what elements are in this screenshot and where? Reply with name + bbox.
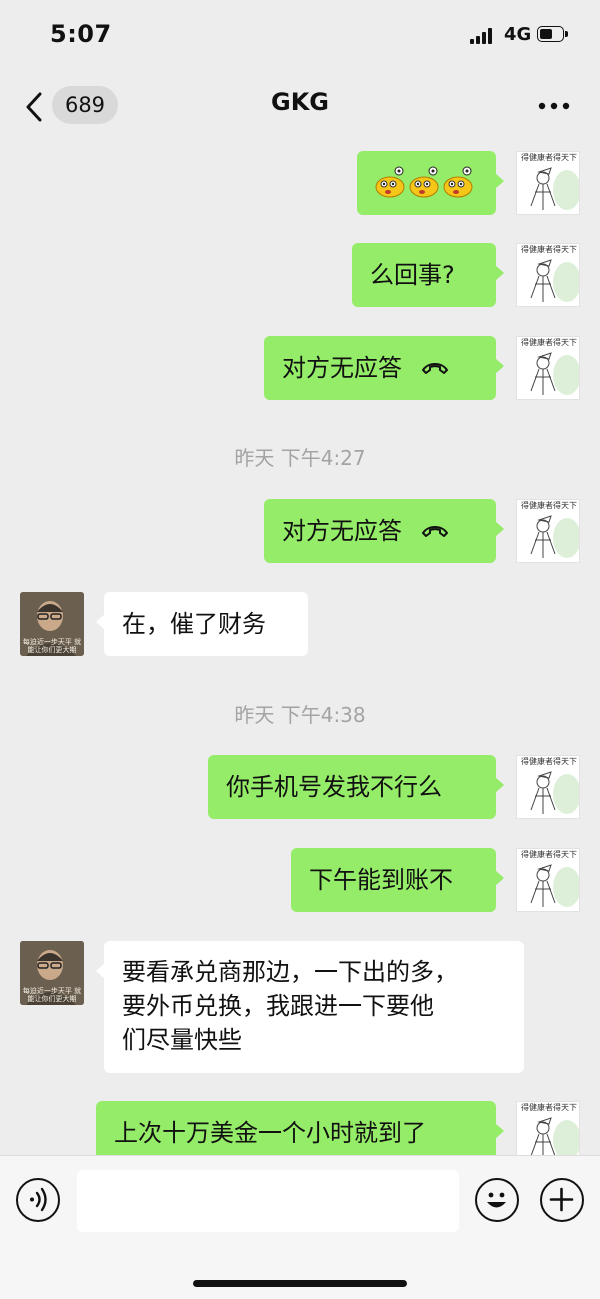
message-bubble-incoming[interactable]: 在，催了财务: [96, 592, 308, 656]
message-bubble-incoming[interactable]: 要看承兑商那边，一下出的多， 要外币兑换，我跟进一下要他 们尽量快些: [96, 941, 524, 1073]
message-timestamp: 昨天 下午4:38: [234, 703, 366, 727]
my-avatar[interactable]: 得健康者得天下: [516, 336, 580, 400]
message-bubble-outgoing[interactable]: 下午能到账不: [291, 848, 504, 912]
message-bubble-outgoing[interactable]: 么回事?: [352, 243, 504, 307]
message-bubble-outgoing[interactable]: [357, 151, 504, 215]
sketch-figure-icon: [530, 515, 579, 558]
my-avatar[interactable]: 得健康者得天下: [516, 243, 580, 307]
status-time: 5:07: [50, 20, 112, 48]
sketch-figure-icon: [530, 259, 579, 302]
more-actions-button[interactable]: [540, 1178, 584, 1222]
message-text-line: 要看承兑商那边，一下出的多，: [122, 958, 458, 986]
emoji-button[interactable]: [475, 1178, 519, 1222]
my-avatar[interactable]: 得健康者得天下: [516, 755, 580, 819]
contact-avatar[interactable]: 每迫近一步天平 就能让你们更大期: [20, 592, 84, 656]
message-text-line: 们尽量快些: [122, 1026, 242, 1054]
chevron-left-icon: [26, 92, 42, 122]
avatar-caption: 每迫近一步天平 就能让你们更大期: [22, 638, 82, 654]
unread-count-badge[interactable]: 689: [52, 86, 118, 124]
sketch-figure-icon: [530, 864, 579, 907]
message-input[interactable]: [77, 1170, 459, 1232]
my-avatar[interactable]: 得健康者得天下: [516, 151, 580, 215]
message-text: 对方无应答: [282, 517, 402, 545]
plus-icon: [549, 1187, 574, 1212]
back-button[interactable]: [22, 90, 52, 124]
sketch-figure-icon: [530, 771, 579, 814]
avatar-caption: 每迫近一步天平 就能让你们更大期: [22, 987, 82, 1003]
my-avatar[interactable]: 得健康者得天下: [516, 499, 580, 563]
voice-button[interactable]: [16, 1178, 60, 1222]
network-type: 4G: [504, 24, 532, 45]
more-dots-icon: [538, 102, 570, 110]
sketch-figure-icon: [530, 352, 579, 395]
home-indicator[interactable]: [193, 1280, 407, 1287]
call-record-bubble[interactable]: 对方无应答: [264, 336, 504, 400]
call-record-bubble[interactable]: 对方无应答: [264, 499, 504, 563]
my-avatar[interactable]: 得健康者得天下: [516, 848, 580, 912]
signal-icon: [470, 28, 494, 44]
message-list[interactable]: 得健康者得天下 么回事? 得健康者得天下 对方无应答 得健康者得天下 昨天 下午…: [0, 140, 600, 1155]
chat-header: 689 GKG: [0, 70, 600, 140]
sketch-figure-icon: [530, 1117, 579, 1155]
message-text-line: 要外币兑换，我跟进一下要他: [122, 992, 434, 1020]
phone-hangup-icon: [422, 526, 448, 537]
more-button[interactable]: [536, 94, 572, 118]
contact-avatar[interactable]: 每迫近一步天平 就能让你们更大期: [20, 941, 84, 1005]
voice-icon: [30, 1187, 47, 1212]
battery-icon: [537, 26, 568, 44]
message-text: 在，催了财务: [122, 610, 266, 638]
input-bar: [0, 1155, 600, 1299]
message-text: 你手机号发我不行么: [226, 773, 442, 801]
message-text: 下午能到账不: [309, 866, 453, 894]
message-timestamp: 昨天 下午4:27: [234, 446, 366, 470]
smiley-icon: [487, 1192, 506, 1208]
message-text: 对方无应答: [282, 354, 402, 382]
sketch-figure-icon: [530, 167, 579, 210]
message-bubble-outgoing[interactable]: 上次十万美金一个小时就到了: [96, 1101, 504, 1155]
emoji-stickers-icon: [375, 166, 473, 198]
phone-hangup-icon: [422, 363, 448, 374]
message-bubble-outgoing[interactable]: 你手机号发我不行么: [208, 755, 504, 819]
message-text: 上次十万美金一个小时就到了: [114, 1119, 426, 1147]
status-bar: 5:07 4G: [0, 0, 600, 70]
message-text: 么回事?: [370, 261, 455, 289]
my-avatar[interactable]: 得健康者得天下: [516, 1101, 580, 1155]
